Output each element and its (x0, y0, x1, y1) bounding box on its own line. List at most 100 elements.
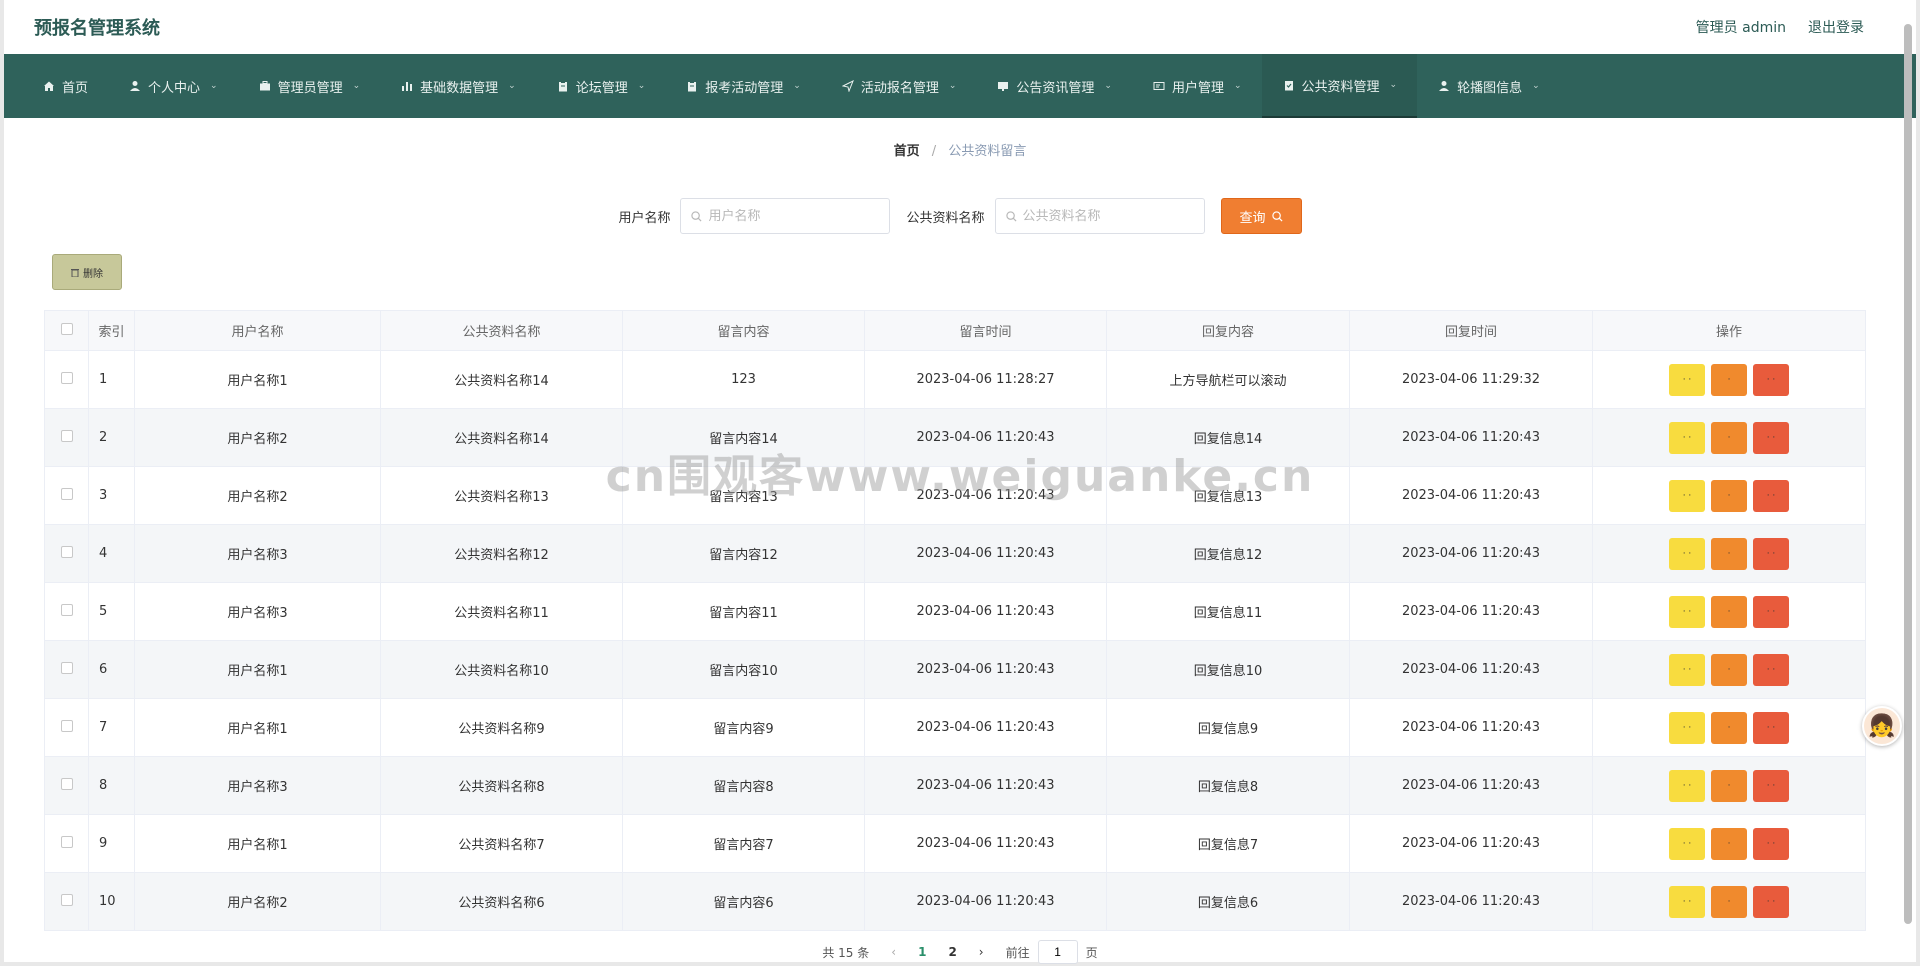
nav-item-9[interactable]: 公共资料管理 ⌄ (1261, 54, 1418, 118)
remove-button[interactable]: · · (1753, 479, 1789, 512)
monitor-icon (996, 79, 1010, 93)
edit-button[interactable]: · (1711, 885, 1747, 918)
row-checkbox[interactable] (60, 777, 73, 790)
edit-button[interactable]: · (1711, 653, 1747, 686)
nav-item-5[interactable]: 报考活动管理 ⌄ (665, 54, 821, 118)
row-checkbox[interactable] (60, 661, 73, 674)
delete-button-label: 删除 (83, 268, 103, 280)
page-number-2[interactable]: 2 (948, 945, 956, 959)
nav-item-8[interactable]: 用户管理 ⌄ (1132, 54, 1262, 118)
breadcrumb-home[interactable]: 首页 (894, 144, 920, 159)
query-button[interactable]: 查询 (1220, 198, 1302, 234)
edit-button[interactable]: · (1711, 827, 1747, 860)
nav-item-label: 公告资讯管理 (1016, 80, 1095, 96)
cell-index: 4 (88, 524, 135, 583)
cell-reply: 上方导航栏可以滚动 (1106, 350, 1350, 409)
user-name-label: 用户名称 (618, 210, 671, 226)
edit-button[interactable]: · (1711, 769, 1747, 802)
remove-button[interactable]: · · (1753, 827, 1789, 860)
cell-user: 用户名称3 (134, 756, 381, 815)
row-checkbox[interactable] (60, 719, 73, 732)
row-checkbox[interactable] (60, 487, 73, 500)
nav-item-6[interactable]: 活动报名管理 ⌄ (821, 54, 977, 118)
row-select-cell (44, 350, 89, 409)
user-name-input[interactable] (708, 208, 879, 224)
cell-material: 公共资料名称13 (380, 466, 623, 525)
material-name-input[interactable] (1022, 208, 1193, 224)
cell-user: 用户名称3 (134, 524, 381, 583)
user-name-field[interactable] (680, 198, 891, 234)
row-checkbox[interactable] (60, 603, 73, 616)
remove-button[interactable]: · · (1753, 363, 1789, 396)
view-button[interactable]: · · (1669, 537, 1705, 570)
vertical-scrollbar[interactable] (1904, 24, 1912, 924)
edit-button[interactable]: · (1711, 711, 1747, 744)
edit-button[interactable]: · (1711, 595, 1747, 628)
delete-button[interactable]: 删除 (52, 254, 122, 290)
material-name-field[interactable] (994, 198, 1205, 234)
cell-message: 留言内容14 (622, 408, 865, 467)
cell-reply: 回复信息6 (1106, 872, 1350, 931)
logout-link[interactable]: 退出登录 (1808, 17, 1864, 37)
row-checkbox[interactable] (60, 893, 73, 906)
search-icon (1005, 210, 1017, 222)
edit-button[interactable]: · (1711, 363, 1747, 396)
view-button[interactable]: · · (1669, 827, 1705, 860)
clipboard-icon (556, 79, 570, 93)
next-page-icon[interactable]: › (979, 945, 984, 959)
row-select-cell (44, 466, 89, 525)
cell-reply: 回复信息10 (1106, 640, 1350, 699)
row-checkbox[interactable] (60, 835, 73, 848)
view-button[interactable]: · · (1669, 363, 1705, 396)
row-select-cell (44, 640, 89, 699)
remove-button[interactable]: · · (1753, 653, 1789, 686)
user-area: 管理员 admin 退出登录 (1696, 17, 1864, 37)
clipboard-check-icon (1282, 78, 1296, 92)
table-row: 10 用户名称2 公共资料名称6 留言内容6 2023-04-06 11:20:43 回复… (44, 872, 1866, 931)
remove-button[interactable]: · · (1753, 885, 1789, 918)
view-button[interactable]: · · (1669, 711, 1705, 744)
view-button[interactable]: · · (1669, 421, 1705, 454)
cell-material: 公共资料名称9 (380, 698, 623, 757)
cell-actions: · · · · · (1592, 350, 1866, 409)
main-nav: 首页 个人中心 ⌄ 管理员管理 ⌄ 基础数据管理 ⌄ 论坛管理 ⌄ 报考活动管理 ⌄ 活动报名管理 ⌄ 公… (4, 54, 1916, 118)
cell-message: 留言内容9 (622, 698, 865, 757)
nav-item-10[interactable]: 轮播图信息 ⌄ (1417, 54, 1560, 118)
view-button[interactable]: · · (1669, 653, 1705, 686)
row-checkbox[interactable] (60, 545, 73, 558)
nav-item-0[interactable]: 首页 (22, 54, 108, 118)
row-checkbox[interactable] (60, 429, 73, 442)
user-icon (128, 79, 142, 93)
nav-item-2[interactable]: 管理员管理 ⌄ (238, 54, 381, 118)
current-user-label[interactable]: 管理员 admin (1696, 17, 1786, 37)
prev-page-icon[interactable]: ‹ (891, 945, 896, 959)
edit-button[interactable]: · (1711, 537, 1747, 570)
nav-item-1[interactable]: 个人中心 ⌄ (108, 54, 238, 118)
goto-page-input[interactable] (1037, 940, 1078, 964)
remove-button[interactable]: · · (1753, 421, 1789, 454)
remove-button[interactable]: · · (1753, 537, 1789, 570)
nav-item-7[interactable]: 公告资讯管理 ⌄ (976, 54, 1132, 118)
view-button[interactable]: · · (1669, 769, 1705, 802)
nav-item-label: 活动报名管理 (860, 80, 939, 96)
nav-item-4[interactable]: 论坛管理 ⌄ (536, 54, 666, 118)
assistant-avatar-icon[interactable]: 👧 (1862, 706, 1902, 746)
edit-button[interactable]: · (1711, 421, 1747, 454)
page-number-1[interactable]: 1 (918, 945, 926, 959)
view-button[interactable]: · · (1669, 595, 1705, 628)
view-button[interactable]: · · (1669, 479, 1705, 512)
cell-actions: · · · · · (1592, 582, 1866, 641)
edit-button[interactable]: · (1711, 479, 1747, 512)
cell-reply: 回复信息8 (1106, 756, 1350, 815)
nav-item-3[interactable]: 基础数据管理 ⌄ (380, 54, 536, 118)
cell-index: 2 (88, 408, 135, 467)
row-checkbox[interactable] (60, 371, 73, 384)
column-header-reply: 回复内容 (1106, 310, 1350, 351)
remove-button[interactable]: · · (1753, 769, 1789, 802)
cell-actions: · · · · · (1592, 408, 1866, 467)
select-all-checkbox[interactable] (60, 322, 73, 335)
remove-button[interactable]: · · (1753, 595, 1789, 628)
briefcase-icon (258, 79, 272, 93)
view-button[interactable]: · · (1669, 885, 1705, 918)
remove-button[interactable]: · · (1753, 711, 1789, 744)
